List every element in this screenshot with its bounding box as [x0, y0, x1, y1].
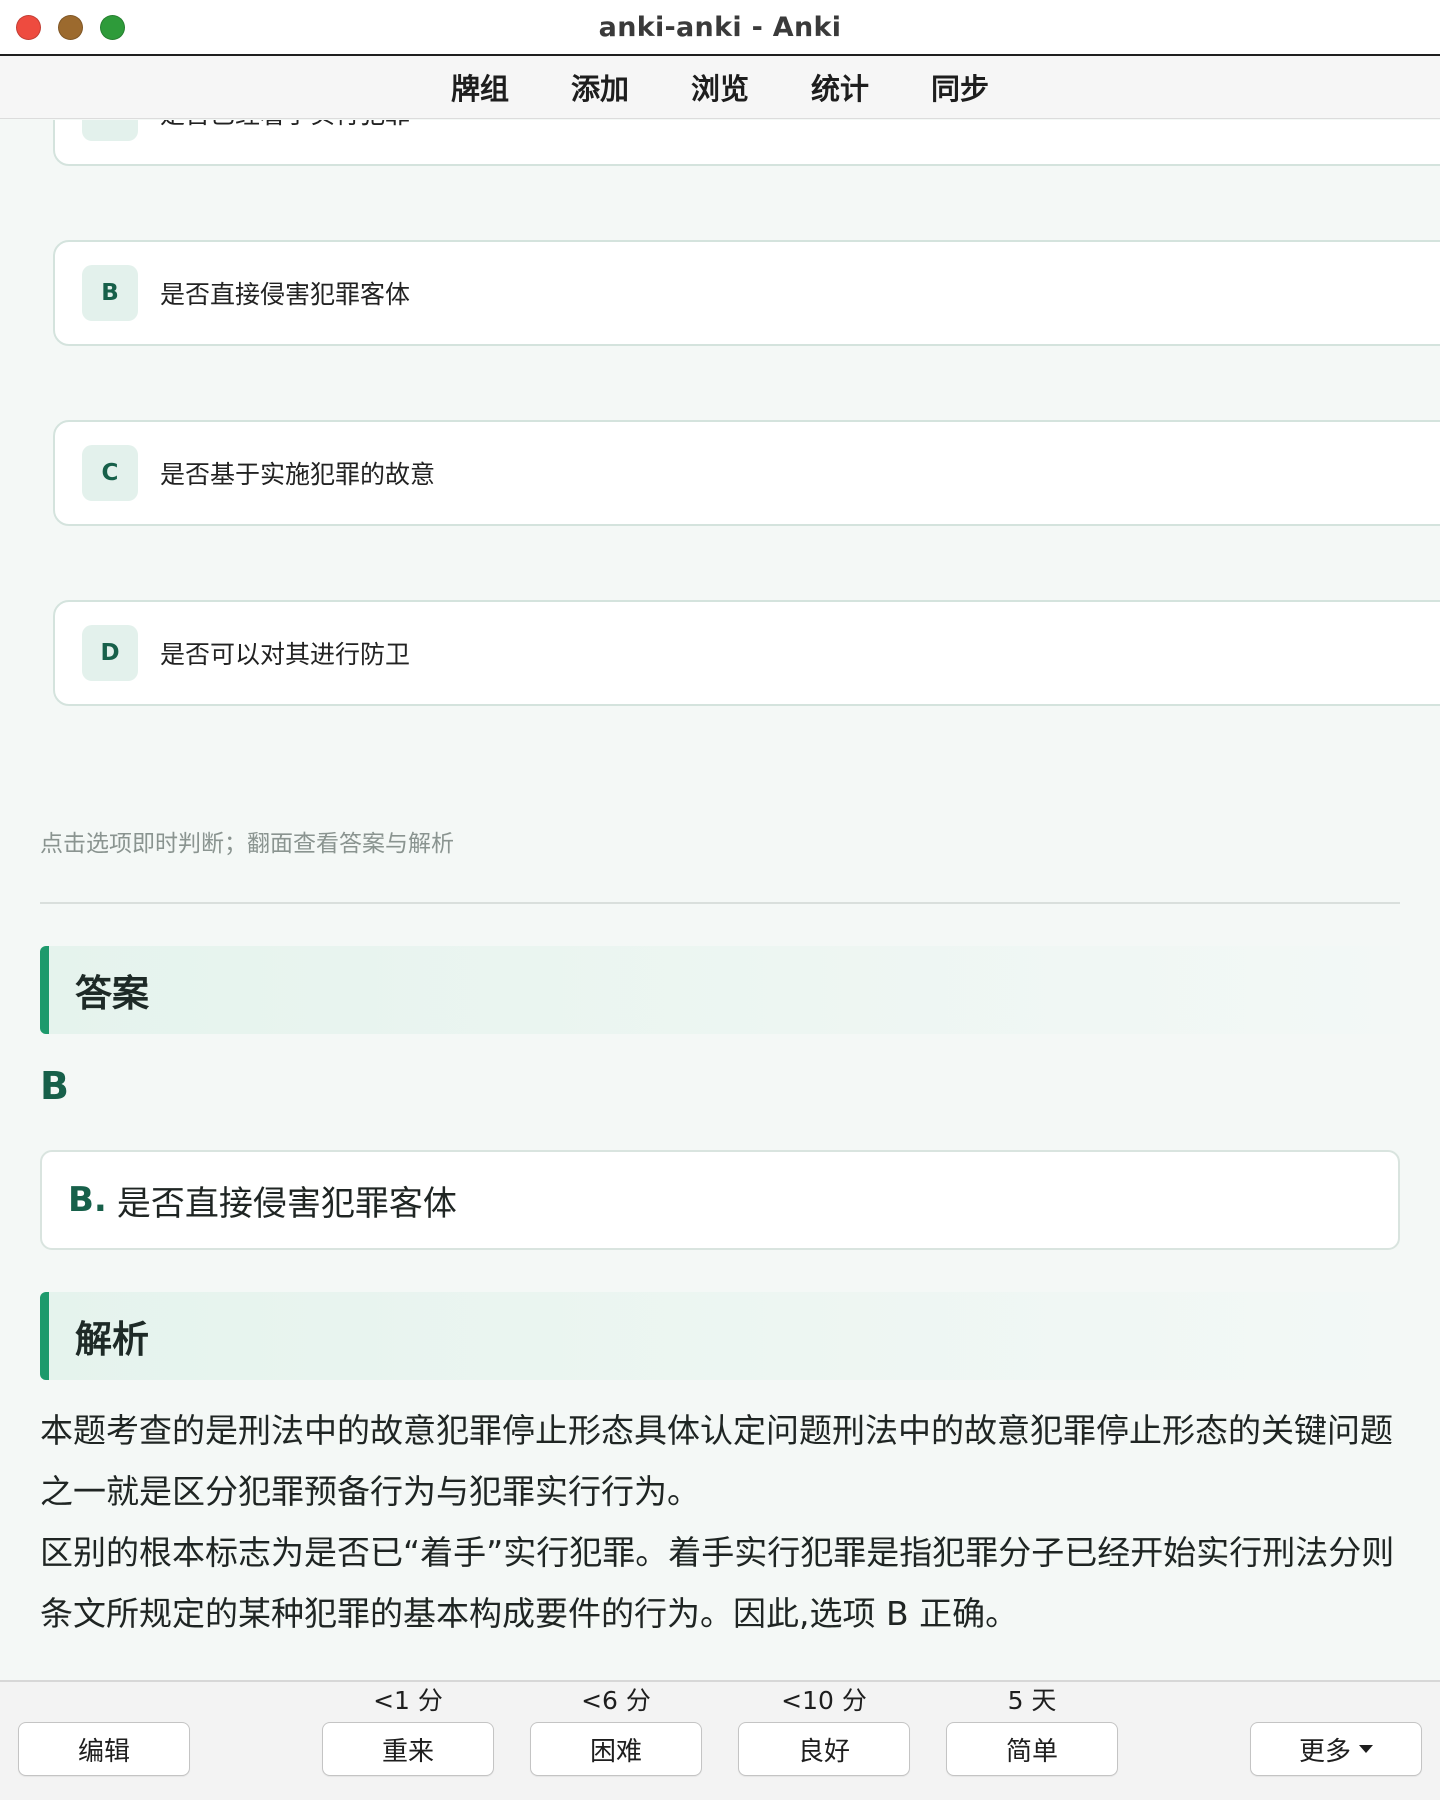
top-nav: 牌组 添加 浏览 统计 同步 [0, 56, 1440, 119]
option-letter: C [82, 445, 138, 501]
option-text: 是否直接侵害犯罪客体 [160, 280, 411, 309]
good-interval: <10 分 [781, 1686, 867, 1715]
zoom-window-button[interactable] [100, 15, 125, 40]
analysis-paragraph-1: 本题考查的是刑法中的故意犯罪停止形态具体认定问题刑法中的故意犯罪停止形态的关键问… [40, 1411, 1393, 1511]
instruction-hint: 点击选项即时判断；翻面查看答案与解析 [40, 831, 454, 857]
option-d[interactable]: D 是否可以对其进行防卫 [53, 600, 1440, 706]
option-b[interactable]: B 是否直接侵害犯罪客体 [53, 240, 1440, 346]
again-button[interactable]: 重来 [322, 1722, 494, 1776]
option-letter: D [82, 625, 138, 681]
analysis-heading-label: 解析 [75, 1318, 149, 1361]
hard-button[interactable]: 困难 [530, 1722, 702, 1776]
easy-button[interactable]: 简单 [946, 1722, 1118, 1776]
more-button[interactable]: 更多 [1250, 1722, 1422, 1776]
more-button-label: 更多 [1298, 1736, 1351, 1767]
nav-browse[interactable]: 浏览 [689, 62, 751, 112]
divider [40, 902, 1400, 904]
minimize-window-button[interactable] [58, 15, 83, 40]
again-interval: <1 分 [373, 1686, 443, 1715]
answer-heading: 答案 [40, 946, 1400, 1034]
good-button[interactable]: 良好 [738, 1722, 910, 1776]
anki-window: anki-anki - Anki 牌组 添加 浏览 统计 同步 A 是否已经着手… [0, 0, 1440, 1800]
window-title: anki-anki - Anki [598, 11, 842, 43]
edit-button[interactable]: 编辑 [18, 1722, 190, 1776]
option-c[interactable]: C 是否基于实施犯罪的故意 [53, 420, 1440, 526]
analysis-paragraph-2: 区别的根本标志为是否已“着手”实行犯罪。着手实行犯罪是指犯罪分子已经开始实行刑法… [40, 1533, 1395, 1633]
nav-add[interactable]: 添加 [569, 62, 631, 112]
card-content[interactable]: A 是否已经着手实行犯罪 B 是否直接侵害犯罪客体 C 是否基于实施犯罪的故意 … [0, 120, 1440, 1680]
answer-box-text: 是否直接侵害犯罪客体 [116, 1183, 457, 1224]
window-controls [16, 15, 125, 40]
answer-box-prefix: B. [68, 1180, 107, 1220]
option-letter: B [82, 265, 138, 321]
option-a[interactable]: A 是否已经着手实行犯罪 [53, 120, 1440, 166]
nav-decks[interactable]: 牌组 [449, 62, 511, 112]
review-bottom-bar: 编辑 <1 分 重来 <6 分 困难 <10 分 良好 5 天 简单 更多 [0, 1680, 1440, 1800]
title-bar: anki-anki - Anki [0, 0, 1440, 56]
answer-letter: B [40, 1064, 69, 1108]
option-text: 是否可以对其进行防卫 [160, 640, 411, 669]
answer-box: B. 是否直接侵害犯罪客体 [40, 1150, 1400, 1250]
analysis-text: 本题考查的是刑法中的故意犯罪停止形态具体认定问题刑法中的故意犯罪停止形态的关键问… [40, 1400, 1410, 1644]
hard-interval: <6 分 [581, 1686, 651, 1715]
nav-sync[interactable]: 同步 [929, 62, 991, 112]
easy-interval: 5 天 [1007, 1686, 1057, 1715]
close-window-button[interactable] [16, 15, 41, 40]
answer-heading-label: 答案 [75, 972, 149, 1015]
nav-stats[interactable]: 统计 [809, 62, 871, 112]
option-text: 是否基于实施犯罪的故意 [160, 460, 436, 489]
option-letter: A [82, 120, 138, 141]
caret-down-icon [1359, 1745, 1373, 1753]
option-text: 是否已经着手实行犯罪 [160, 120, 410, 131]
analysis-heading: 解析 [40, 1292, 1400, 1380]
